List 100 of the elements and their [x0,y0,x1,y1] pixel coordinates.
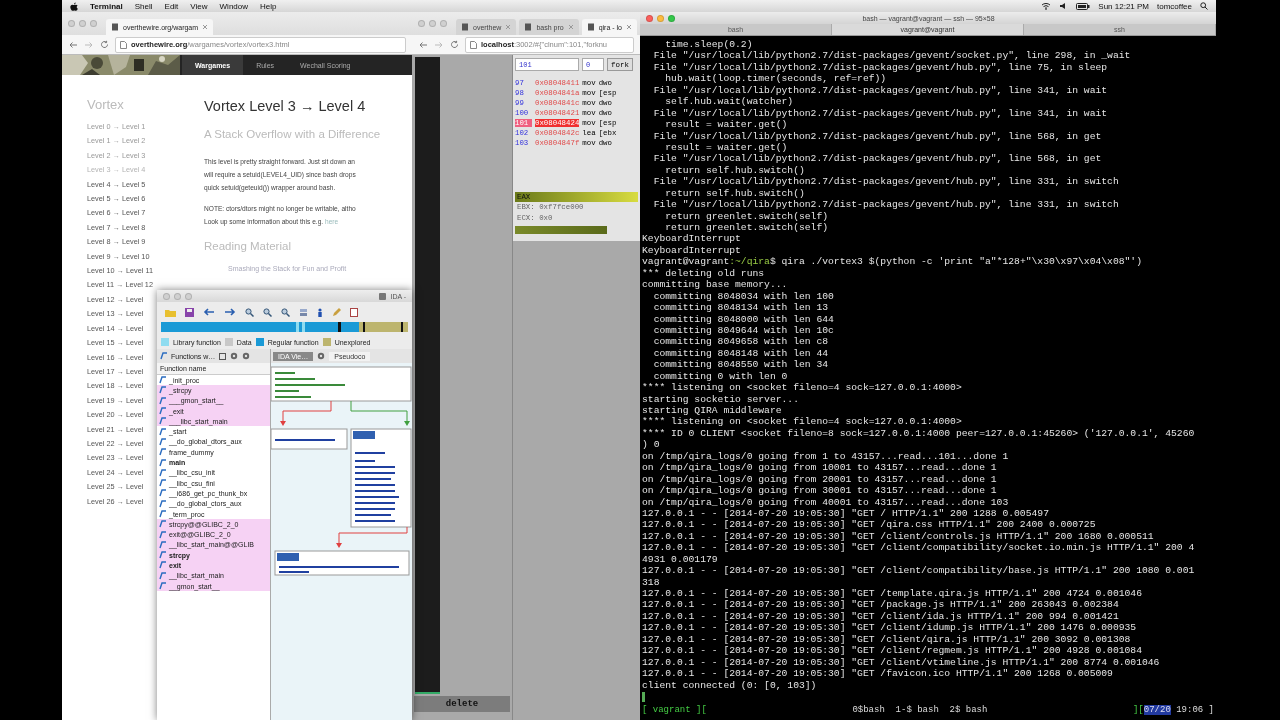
terminal-line: starting socketio server... [642,393,800,405]
terminal-line: committing 8048000 with len 644 [652,313,835,325]
magnifier-icon[interactable] [263,307,272,317]
reload-icon[interactable] [450,40,459,49]
restore-icon[interactable] [219,352,227,360]
terminal-line: on /tmp/qira_logs/0 going from 30001 to 43157...read...done 1 [642,485,998,497]
menu-item[interactable]: Window [219,1,248,11]
menu-item[interactable]: View [190,1,208,11]
terminal-line: return self.hub.switch() [664,164,806,177]
pencil-icon[interactable] [332,307,341,317]
window-list[interactable]: 0$bash 1-$ bash 2$ bash [852,705,988,715]
back-arrow-icon[interactable] [203,308,215,316]
page-icon [461,23,469,31]
terminal-line: KeyboardInterrupt [642,233,742,245]
terminal-line: self.hub.wait(watcher) [664,96,795,108]
terminal-line: 127.0.0.1 - - [2014-07-20 19:05:30] "GET /client/qira.js HTTP/1.1" 200 3092 0.001308 [642,633,1132,646]
terminal-line: 127.0.0.1 - - [2014-07-20 19:05:30] "GET /client/controls.js HTTP/1.1" 200 1680 0.000511 [642,530,1155,543]
terminal-line: File "/usr/local/lib/python2.7/dist-packages/gevent/hub.py", line 568, in get [652,153,1103,165]
terminal-line: KeyboardInterrupt [642,244,742,257]
terminal-line: File "/usr/local/lib/python2.7/dist-packages/gevent/hub.py", line 568, in get [652,130,1103,142]
terminal-line: File "/usr/local/lib/python2.7/dist-packages/gevent/hub.py", line 341, in wait [652,107,1109,120]
minimize-button[interactable] [174,292,181,300]
terminal-line: committing 8049644 with len 10c [652,324,835,337]
terminal-line: starting QIRA middleware [642,405,783,417]
terminal-line: File "/usr/local/lib/python2.7/dist-packages/gevent/hub.py", line 341, in wait [652,84,1109,97]
terminal-line: committing 8048034 with len 100 [652,290,835,303]
terminal-line: **** listening on <socket fileno=4 sock=127.0.0.1:4000> [642,416,963,428]
reload-icon[interactable] [100,40,109,49]
sidebar-title: Vortex [87,97,125,114]
menu-item[interactable]: Edit [164,1,179,11]
search-icon[interactable] [1200,2,1208,10]
terminal-line: 4931 0.001179 [642,553,719,566]
page-subheading: A Stack Overflow with a Difference [204,127,382,141]
terminal-line: committing 8048148 with len 44 [652,347,830,360]
terminal-line: on /tmp/qira_logs/0 going from 40001 to 43157...read...done 103 [642,496,1010,508]
close-icon[interactable] [567,24,574,30]
wifi-icon [1041,2,1052,10]
minimize-button[interactable] [657,14,664,22]
menu-item[interactable]: Help [260,1,277,11]
terminal-line: 127.0.0.1 - - [2014-07-20 19:05:30] "GET /client/compatibility/base.js HTTP/1.1" 200 1080 0.001 [642,565,1196,577]
terminal-line: File "/usr/local/lib/python2.7/dist-packages/gevent/hub.py", line 331, in switch [652,176,1120,188]
clock-text: Sun 12:21 PM [1098,1,1149,11]
terminal-line: File "/usr/local/lib/python2.7/dist-packages/gevent/socket.py", line 298, in _wait [652,50,1132,62]
menu-item[interactable]: Terminal [90,1,123,11]
terminal-line: committing 8049658 with len c8 [652,336,830,348]
minimize-button[interactable] [429,20,436,27]
terminal-line: 127.0.0.1 - - [2014-07-20 19:05:30] "GET /client/ida.js HTTP/1.1" 200 994 0.001421 [642,610,1120,623]
menu-item[interactable]: Shell [134,1,153,11]
terminal-line: return greenlet.switch(self) [664,222,830,234]
close-button[interactable] [418,20,425,27]
close-button[interactable] [68,20,75,27]
apple-icon [70,1,78,11]
status-bracket: ][ [1132,705,1144,715]
terminal-line: 127.0.0.1 - - [2014-07-20 19:05:30] "GET /favicon.ico HTTP/1.1" 200 1268 0.005009 [642,668,1114,680]
terminal-line: 127.0.0.1 - - [2014-07-20 19:05:30] "GET /client/regmem.js HTTP/1.1" 200 4928 0.001084 [642,645,1143,657]
close-icon[interactable] [202,24,209,30]
zoom-button[interactable] [668,14,675,22]
terminal-line: ) 0 [642,439,660,451]
minimize-button[interactable] [79,20,86,27]
user-name[interactable]: tomcoffee [1157,1,1192,11]
terminal-line: *** deleting old runs [642,267,766,280]
app-icon [379,292,387,300]
edge-arrow [336,526,408,548]
close-button[interactable] [646,14,653,22]
back-arrow-icon[interactable] [68,40,78,49]
back-arrow-icon[interactable] [418,40,428,49]
terminal-line: File "/usr/local/lib/python2.7/dist-packages/gevent/hub.py", line 331, in switch [652,199,1120,211]
page-icon [586,23,595,31]
forward-arrow-icon[interactable] [224,308,236,316]
terminal-line: 127.0.0.1 - - [2014-07-20 19:05:30] "GET /template.qira.js HTTP/1.1" 200 4724 0.001046 [642,588,1143,600]
zoom-button[interactable] [440,20,447,27]
terminal-line: committing 8048134 with len 13 [652,302,830,314]
terminal-line: 318 [642,576,661,588]
terminal-line: time.sleep(0.2) [664,39,754,51]
delete-button[interactable]: delete [414,696,510,712]
stack-icon[interactable] [299,307,308,317]
terminal-line: return self.hub.switch() [664,187,806,200]
session-name: [ vagrant ][ [642,705,707,715]
terminal-line: 127.0.0.1 - - [2014-07-20 19:05:30] "GET /package.js HTTP/1.1" 200 263043 0.002384 [642,599,1120,611]
terminal-line: File "/usr/local/lib/python2.7/dist-packages/gevent/hub.py", line 75, in sleep [652,61,1109,74]
close-icon[interactable] [505,24,512,30]
zoom-button[interactable] [185,292,192,300]
gear-icon[interactable] [317,352,326,360]
close-button[interactable] [163,292,170,300]
terminal-line: 127.0.0.1 - - [2014-07-20 19:05:30] "GET /client/vtimeline.js HTTP/1.1" 200 8774 0.001046 [642,656,1161,669]
terminal-line: result = waiter.get() [664,141,789,154]
close-icon[interactable] [626,24,632,30]
status-date: 07/20 [1143,705,1171,715]
prompt-path: :~/qira [729,256,770,268]
magnifier-icon[interactable] [245,307,254,317]
terminal-line: 127.0.0.1 - - [2014-07-20 19:05:30] "GET / HTTP/1.1" 200 1288 0.005497 [642,507,1050,520]
terminal-line: hub.wait(loop.timer(seconds, ref=ref)) [664,73,888,85]
terminal-line: committing 0 with len 0 [652,370,789,383]
document-icon[interactable] [350,307,358,317]
magnifier-icon[interactable] [281,307,290,317]
prompt-user: vagrant@vagrant [642,256,730,268]
page-icon [111,23,119,31]
section-heading: Reading Material [204,240,292,252]
zoom-button[interactable] [90,20,97,27]
terminal-line: 127.0.0.1 - - [2014-07-20 19:05:30] "GET /qira.css HTTP/1.1" 200 2400 0.000725 [642,519,1097,531]
